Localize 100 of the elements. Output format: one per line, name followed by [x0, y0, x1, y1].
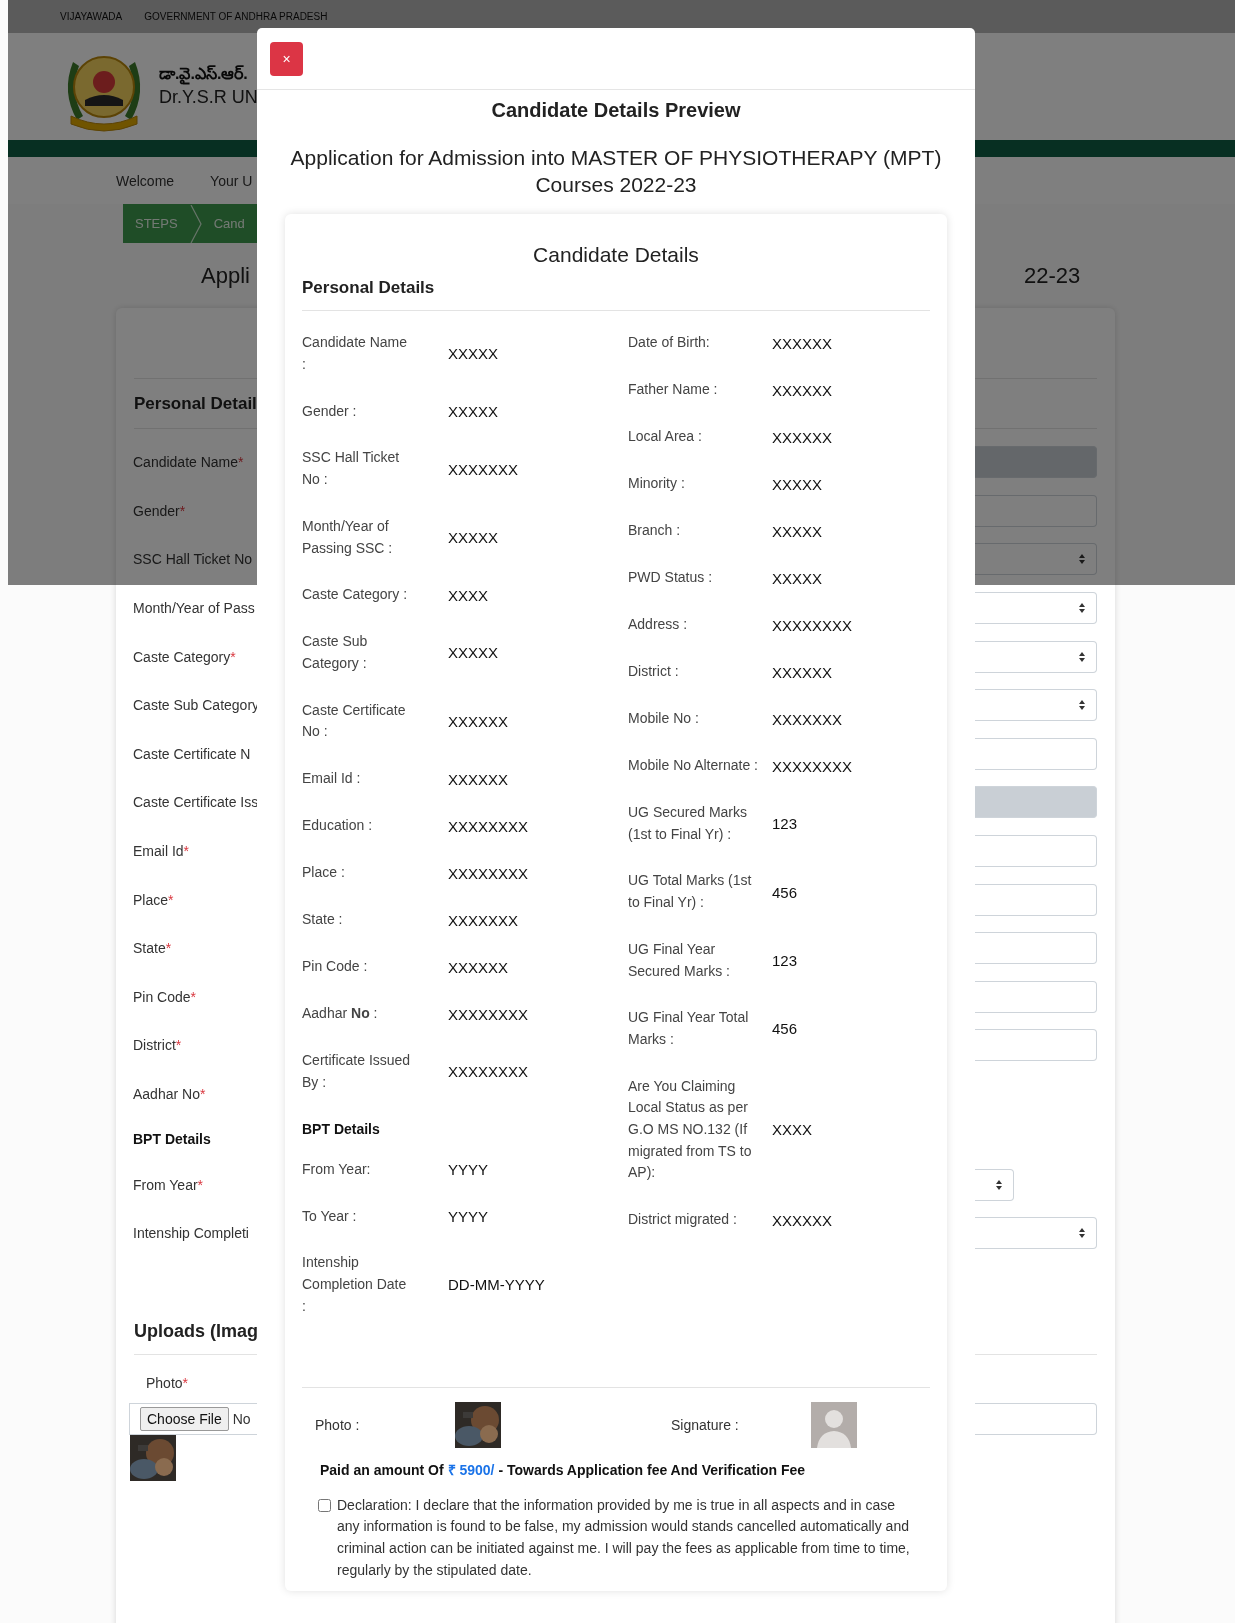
input-field[interactable]	[975, 835, 1097, 868]
field-label: UG Secured Marks (1st to Final Yr) :	[628, 803, 749, 844]
amount-link[interactable]: ₹ 5900/	[447, 1461, 495, 1478]
field-label: Caste Certificate N	[133, 745, 251, 762]
section-title: Personal Details	[302, 278, 930, 311]
select-field[interactable]	[975, 543, 1097, 576]
field-label: Father Name :	[628, 380, 719, 400]
input-field[interactable]	[975, 1029, 1097, 1062]
field-label: Place :	[302, 863, 346, 883]
sort-arrows-icon	[1078, 553, 1086, 566]
field-label: To Year :	[302, 1206, 358, 1226]
field-label: Education :	[302, 816, 374, 836]
field-value: XXXXXX	[772, 381, 833, 399]
top-bar-link[interactable]: GOVERNMENT OF ANDHRA PRADESH	[144, 11, 328, 22]
choose-file-button[interactable]: Choose File	[140, 1406, 229, 1431]
input-field[interactable]	[975, 980, 1097, 1013]
field-label: Email Id*	[133, 843, 190, 860]
step-link[interactable]: Cand	[213, 216, 245, 231]
top-bar-link[interactable]: VIJAYAWADA	[60, 11, 123, 22]
field-value: XXXXX	[448, 529, 499, 546]
field-value: YYYY	[448, 1207, 489, 1225]
steps-label: STEPS	[134, 216, 179, 231]
sort-arrows-icon	[1078, 699, 1086, 712]
nav-link[interactable]: Your U	[210, 172, 253, 189]
field-value: XXXXXXX	[448, 460, 519, 478]
field-label: Candidate Name :	[302, 333, 409, 374]
field-label: Month/Year of Pass	[133, 600, 255, 617]
field-label: Caste Sub Category :	[302, 632, 369, 673]
field-label: Aadhar No*	[133, 1086, 206, 1102]
field-value: XXXXXX	[448, 712, 509, 730]
field-value: XXXXX	[772, 569, 823, 587]
field-label: Caste Certificate Iss	[133, 794, 259, 811]
page-heading: Appli	[201, 262, 250, 289]
sort-arrows-icon	[1078, 1227, 1086, 1240]
field-value: 123	[772, 815, 798, 833]
field-label: Date of Birth:	[628, 333, 711, 353]
field-label: Signature :	[671, 1416, 740, 1433]
select-field[interactable]	[975, 592, 1097, 625]
select-field[interactable]	[975, 640, 1097, 673]
field-label: District migrated :	[628, 1210, 738, 1230]
field-value: XXXXX	[772, 522, 823, 540]
field-label: Email Id :	[302, 769, 362, 789]
page-heading: 22-23	[1023, 262, 1081, 289]
field-label: Place*	[133, 891, 174, 908]
field-value: XXXXXXXX	[448, 864, 529, 882]
field-label: Caste Category :	[302, 585, 409, 605]
field-label: Minority :	[628, 474, 686, 494]
field-label: Caste Certificate No :	[302, 700, 407, 742]
nav-link[interactable]: Welcome	[116, 172, 175, 189]
field-label: Caste Category*	[133, 648, 236, 665]
input-field[interactable]	[975, 883, 1097, 916]
field-label: UG Final Year Total Marks :	[628, 1008, 750, 1049]
input-field[interactable]	[975, 737, 1097, 770]
field-value: XXXX	[772, 1121, 813, 1139]
field-value: DD-MM-YYYY	[448, 1276, 545, 1294]
field-value: XXXXXXXX	[772, 616, 853, 634]
field-label: Pin Code :	[302, 957, 369, 977]
declaration-checkbox[interactable]	[318, 1498, 331, 1512]
select-field[interactable]	[975, 1217, 1097, 1250]
field-value: XXXXX	[448, 402, 499, 420]
input-field[interactable]	[975, 494, 1097, 527]
field-value: XXXXX	[448, 644, 499, 662]
field-label: District*	[133, 1037, 182, 1054]
select-field[interactable]	[975, 689, 1097, 722]
university-name-telugu: డా.వై.ఎస్.ఆర్.	[159, 65, 258, 87]
input-field[interactable]	[975, 1402, 1097, 1435]
field-label: Gender*	[133, 502, 186, 519]
select-field[interactable]	[975, 1168, 1014, 1201]
field-label: SSC Hall Ticket No	[133, 551, 253, 568]
field-value: XXXXXXXX	[448, 817, 529, 835]
field-label: Branch :	[628, 521, 682, 541]
field-value: XXXXXX	[448, 958, 509, 976]
university-name: Dr.Y.S.R UN	[159, 87, 258, 108]
subsection-title: BPT Details	[133, 1131, 211, 1148]
field-value: XXXX	[448, 586, 489, 604]
field-label: UG Total Marks (1st to Final Yr) :	[628, 871, 753, 913]
field-label: Certificate Issued By :	[302, 1051, 412, 1092]
payment-note: Paid an amount Of ₹ 5900/ - Towards Application fee And Verification Fee	[320, 1460, 807, 1479]
close-button[interactable]: ×	[270, 42, 303, 76]
field-label: State*	[133, 940, 172, 957]
field-value: YYYY	[448, 1160, 489, 1178]
field-value: 456	[772, 1020, 798, 1038]
field-label: State :	[302, 910, 344, 930]
field-label: Local Area :	[628, 427, 703, 447]
field-value: XXXXXX	[772, 334, 833, 352]
sort-arrows-icon	[995, 1178, 1003, 1191]
field-label: SSC Hall Ticket No :	[302, 448, 401, 490]
field-label: Intenship Completi	[133, 1225, 249, 1242]
file-status: No	[232, 1410, 251, 1427]
field-label: PWD Status :	[628, 568, 714, 588]
card-title: Candidate Details	[532, 242, 700, 268]
modal-title: Candidate Details Preview	[490, 98, 742, 123]
field-value: XXXXXX	[772, 663, 833, 681]
field-value: XXXXXXX	[448, 911, 519, 929]
field-label: From Year*	[133, 1176, 204, 1193]
field-value: XXXXXXX	[772, 710, 843, 728]
field-label: Pin Code*	[133, 988, 197, 1005]
input-field[interactable]	[975, 932, 1097, 965]
field-value: XXXXXXXX	[448, 1005, 529, 1023]
field-value: XXXXXXXX	[772, 757, 853, 775]
